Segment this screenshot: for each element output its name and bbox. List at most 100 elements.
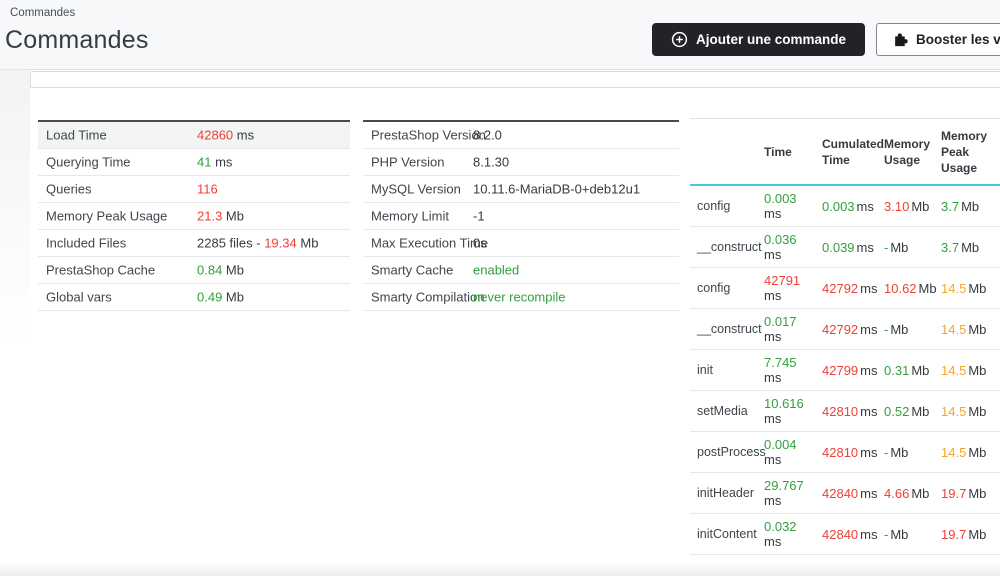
breadcrumb[interactable]: Commandes — [10, 7, 75, 19]
env-value: enabled — [473, 262, 520, 278]
step-memory-usage: 4.66 Mb — [884, 485, 930, 501]
table-row: PrestaShop Version 8.2.0 — [363, 122, 679, 149]
table-row: Included Files 2285 files - 19.34 Mb — [38, 230, 350, 257]
header-actions: Ajouter une commande Booster les ventes — [652, 23, 1000, 56]
col-header-cumulated-time: Cumulated Time — [822, 136, 885, 167]
env-value: 10.11.6-MariaDB-0+deb12u1 — [473, 181, 641, 197]
table-row: config 0.003 ms 0.003 ms 3.10 Mb 3.7 Mb — [690, 186, 1000, 227]
step-memory-usage: 0.52 Mb — [884, 403, 930, 419]
metric-value: 42860 ms — [197, 127, 255, 143]
table-row: PrestaShop Cache 0.84 Mb — [38, 257, 350, 284]
metric-value: 0.49 Mb — [197, 289, 244, 305]
step-memory-usage: - Mb — [884, 526, 909, 542]
metric-value: 41 ms — [197, 154, 233, 170]
step-cumulated-time: 42792 ms — [822, 321, 878, 337]
step-name: config — [697, 281, 731, 295]
table-row: Load Time 42860 ms — [38, 122, 350, 149]
step-name: __construct — [697, 322, 762, 336]
step-cumulated-time: 0.003 ms — [822, 198, 874, 214]
step-memory-peak-usage: 14.5 Mb — [941, 280, 987, 296]
step-memory-peak-usage: 3.7 Mb — [941, 239, 980, 255]
step-time: 29.767 ms — [764, 478, 804, 508]
table-row: postProcess 0.004 ms 42810 ms - Mb 14.5 Mb — [690, 432, 1000, 473]
metric-label: Queries — [46, 181, 92, 197]
step-time: 0.003 ms — [764, 191, 797, 221]
add-order-label: Ajouter une commande — [696, 32, 847, 47]
env-label: Smarty Compilation — [371, 289, 485, 305]
step-memory-usage: - Mb — [884, 321, 909, 337]
metric-label: Global vars — [46, 289, 112, 305]
step-name: init — [697, 363, 713, 377]
step-cumulated-time: 42810 ms — [822, 444, 878, 460]
environment-info-table: PrestaShop Version 8.2.0 PHP Version 8.1… — [363, 120, 679, 311]
step-memory-usage: 10.62 Mb — [884, 280, 937, 296]
env-label: MySQL Version — [371, 181, 461, 197]
puzzle-icon — [893, 32, 908, 47]
metric-value: 21.3 Mb — [197, 208, 244, 224]
env-value: 8.1.30 — [473, 154, 510, 170]
step-memory-peak-usage: 19.7 Mb — [941, 485, 987, 501]
env-label: PrestaShop Version — [371, 127, 486, 143]
step-cumulated-time: 42810 ms — [822, 403, 878, 419]
table-row: setMedia 10.616 ms 42810 ms 0.52 Mb 14.5 Mb — [690, 391, 1000, 432]
env-value: 8.2.0 — [473, 127, 502, 143]
step-cumulated-time: 0.039 ms — [822, 239, 874, 255]
step-time: 10.616 ms — [764, 396, 804, 426]
col-header-memory-peak-usage: Memory Peak Usage — [941, 128, 988, 175]
step-time: 0.004 ms — [764, 437, 797, 467]
add-order-button[interactable]: Ajouter une commande — [652, 23, 866, 56]
plus-circle-icon — [671, 31, 688, 48]
prestashop-orders-debug-page: Commandes Commandes Ajouter une commande — [0, 0, 1000, 576]
boost-sales-label: Booster les ventes — [916, 32, 1000, 47]
content-left-gutter — [0, 70, 30, 576]
env-label: Smarty Cache — [371, 262, 454, 278]
step-name: initContent — [697, 527, 757, 541]
table-row: Memory Peak Usage 21.3 Mb — [38, 203, 350, 230]
env-label: Memory Limit — [371, 208, 450, 224]
step-time: 0.017 ms — [764, 314, 797, 344]
step-memory-usage: 3.10 Mb — [884, 198, 930, 214]
table-row: Smarty Compilation never recompile — [363, 284, 679, 311]
step-cumulated-time: 42792 ms — [822, 280, 878, 296]
step-cumulated-time: 42799 ms — [822, 362, 878, 378]
boost-sales-button[interactable]: Booster les ventes — [876, 23, 1000, 56]
step-cumulated-time: 42840 ms — [822, 526, 878, 542]
col-header-memory-usage: Memory Usage — [884, 136, 931, 167]
step-memory-usage: 0.31 Mb — [884, 362, 930, 378]
step-memory-usage: - Mb — [884, 444, 909, 460]
step-time: 7.745 ms — [764, 355, 797, 385]
env-label: Max Execution Time — [371, 235, 489, 251]
table-row: PHP Version 8.1.30 — [363, 149, 679, 176]
toolbar-strip — [30, 71, 1000, 88]
step-memory-peak-usage: 14.5 Mb — [941, 444, 987, 460]
metric-value: 116 — [197, 181, 218, 197]
env-value: -1 — [473, 208, 485, 224]
table-row: __construct 0.036 ms 0.039 ms - Mb 3.7 Mb — [690, 227, 1000, 268]
col-header-time: Time — [764, 144, 792, 159]
step-time: 42791 ms — [764, 273, 801, 303]
step-memory-peak-usage: 14.5 Mb — [941, 321, 987, 337]
table-row: Global vars 0.49 Mb — [38, 284, 350, 311]
table-row: Smarty Cache enabled — [363, 257, 679, 284]
table-row: MySQL Version 10.11.6-MariaDB-0+deb12u1 — [363, 176, 679, 203]
profiling-table: Time Cumulated Time Memory Usage Memory … — [690, 118, 1000, 555]
profiling-table-header: Time Cumulated Time Memory Usage Memory … — [690, 119, 1000, 186]
step-cumulated-time: 42840 ms — [822, 485, 878, 501]
page-title: Commandes — [5, 26, 149, 54]
table-row: Memory Limit -1 — [363, 203, 679, 230]
metric-label: PrestaShop Cache — [46, 262, 156, 278]
table-row: Queries 116 — [38, 176, 350, 203]
env-label: PHP Version — [371, 154, 445, 170]
table-row: init 7.745 ms 42799 ms 0.31 Mb 14.5 Mb — [690, 350, 1000, 391]
profiling-table-body: config 0.003 ms 0.003 ms 3.10 Mb 3.7 Mb __co… — [690, 186, 1000, 555]
step-memory-usage: - Mb — [884, 239, 909, 255]
table-row: Max Execution Time 0s — [363, 230, 679, 257]
step-memory-peak-usage: 19.7 Mb — [941, 526, 987, 542]
metric-label: Included Files — [46, 235, 127, 251]
table-row: initHeader 29.767 ms 42840 ms 4.66 Mb 19.7 M… — [690, 473, 1000, 514]
step-memory-peak-usage: 3.7 Mb — [941, 198, 980, 214]
step-time: 0.032 ms — [764, 519, 797, 549]
metric-label: Querying Time — [46, 154, 131, 170]
env-value: never recompile — [473, 289, 566, 305]
page-header: Commandes Commandes Ajouter une commande — [0, 0, 1000, 70]
